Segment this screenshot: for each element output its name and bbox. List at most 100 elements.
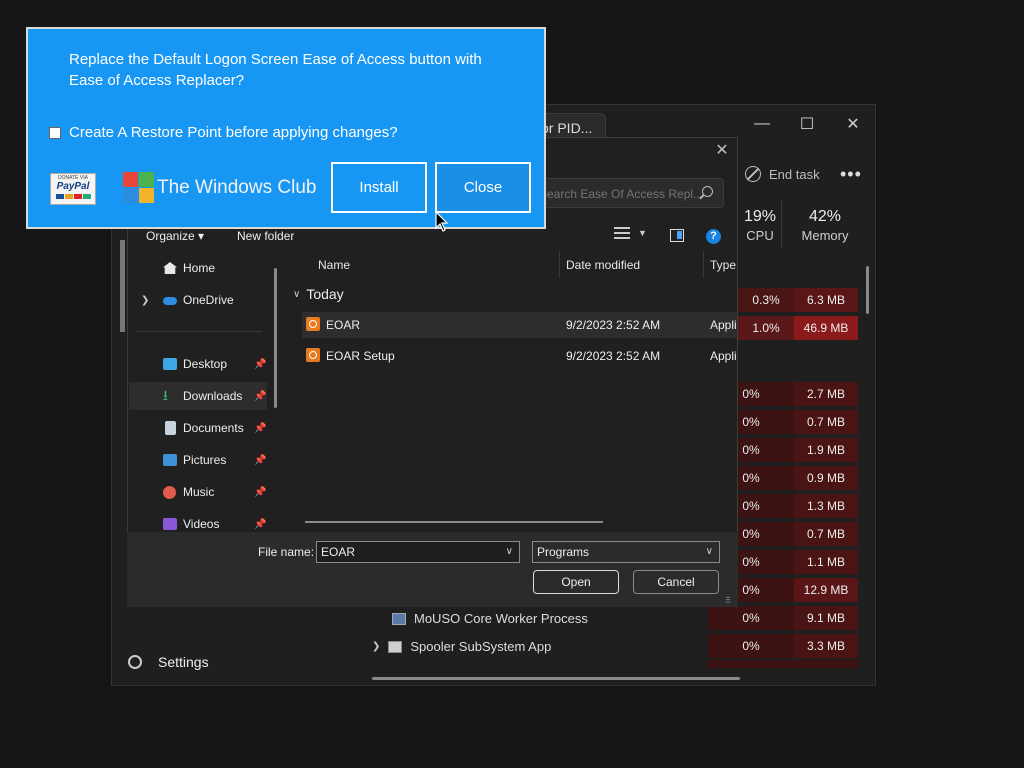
process-name: MoUSO Core Worker Process — [414, 611, 588, 626]
file-list-scrollbar[interactable] — [305, 521, 603, 523]
nav-scrollbar[interactable] — [274, 268, 277, 408]
help-icon[interactable]: ? — [706, 229, 721, 244]
chevron-down-icon: ∨ — [293, 288, 301, 300]
pin-icon[interactable]: 📌 — [254, 519, 266, 530]
cpu-cell: 0% — [708, 606, 794, 630]
file-name-value: EOAR — [321, 545, 356, 559]
pin-icon[interactable]: 📌 — [254, 487, 266, 498]
close-button[interactable]: Close — [435, 162, 531, 213]
search-box[interactable] — [530, 178, 724, 209]
file-date: 9/2/2023 2:52 AM — [566, 349, 661, 363]
nav-item-downloads[interactable]: ⭳ Downloads 📌 — [129, 382, 267, 410]
file-row-eoar[interactable]: EOAR 9/2/2023 2:52 AM Appli — [302, 312, 737, 338]
horizontal-scrollbar[interactable] — [372, 677, 740, 680]
pin-icon[interactable]: 📌 — [254, 391, 266, 402]
chevron-down-icon[interactable]: ∨ — [706, 542, 713, 562]
nav-item-onedrive[interactable]: ❯ OneDrive — [129, 286, 267, 314]
search-icon[interactable] — [702, 186, 713, 197]
restore-point-checkbox[interactable]: Create A Restore Point before applying c… — [49, 124, 398, 141]
list-view-icon — [614, 227, 630, 239]
memory-column-header[interactable]: 42% Memory — [797, 208, 853, 243]
cpu-column-header[interactable]: 19% CPU — [742, 208, 778, 243]
nav-label: OneDrive — [183, 293, 234, 307]
memory-cell: 3.3 MB — [794, 634, 858, 658]
file-type: Appli — [710, 349, 737, 363]
close-icon[interactable]: ✕ — [838, 111, 868, 137]
memory-cell: 6.3 MB — [794, 288, 858, 312]
file-type-value: Programs — [537, 545, 590, 559]
vertical-scrollbar[interactable] — [866, 266, 869, 314]
file-type-select[interactable]: Programs ∨ — [532, 541, 720, 563]
column-date-modified[interactable]: Date modified — [566, 258, 640, 272]
nav-item-home[interactable]: Home — [129, 254, 267, 282]
column-type[interactable]: Type — [710, 258, 736, 272]
nav-item-pictures[interactable]: Pictures 📌 — [129, 446, 267, 474]
group-header-today[interactable]: ∨ Today — [293, 286, 344, 302]
download-icon: ⭳ — [163, 387, 168, 403]
paypal-donate-button[interactable]: DONATE VIA PayPal — [50, 173, 96, 205]
cpu-cell: 1.0% — [738, 316, 794, 340]
cpu-cell: 0.3% — [738, 288, 794, 312]
file-name-combobox[interactable]: EOAR ∨ — [316, 541, 520, 563]
pin-icon[interactable]: 📌 — [254, 455, 266, 466]
end-task-icon — [745, 166, 761, 182]
column-name[interactable]: Name — [318, 258, 350, 272]
paypal-logo: PayPal — [56, 181, 90, 192]
settings-nav-item[interactable]: Settings — [128, 654, 209, 670]
column-divider — [781, 200, 782, 248]
nav-item-desktop[interactable]: Desktop 📌 — [129, 350, 267, 378]
end-task-button[interactable]: End task — [745, 166, 820, 182]
open-button[interactable]: Open — [533, 570, 619, 594]
column-divider[interactable] — [703, 252, 704, 278]
nav-item-documents[interactable]: Documents 📌 — [129, 414, 267, 442]
application-icon — [306, 317, 320, 331]
nav-label: Music — [183, 485, 215, 499]
navigation-pane: Home ❯ OneDrive Desktop 📌 ⭳ Downloads 📌 … — [129, 252, 285, 532]
dialog-close-icon[interactable]: ✕ — [712, 141, 732, 161]
file-date: 9/2/2023 2:52 AM — [566, 318, 661, 332]
process-row-spooler[interactable]: ❯ Spooler SubSystem App — [372, 639, 551, 654]
new-folder-button[interactable]: New folder — [237, 229, 294, 243]
nav-label: Downloads — [183, 389, 243, 403]
popup-message: Replace the Default Logon Screen Ease of… — [69, 51, 482, 89]
resize-grip-icon[interactable]: ⠿ — [725, 596, 731, 605]
view-options-button[interactable]: ▼ — [614, 227, 647, 239]
organize-button[interactable]: Organize ▾ — [146, 229, 204, 243]
chevron-right-icon[interactable]: ❯ — [372, 641, 380, 652]
memory-cell: 0.7 MB — [794, 410, 858, 434]
process-row-mouso[interactable]: MoUSO Core Worker Process — [392, 611, 588, 626]
windows-club-logo[interactable] — [123, 172, 155, 204]
file-row-eoar-setup[interactable]: EOAR Setup 9/2/2023 2:52 AM Appli — [302, 343, 737, 369]
checkbox-label: Create A Restore Point before applying c… — [69, 124, 398, 141]
search-input[interactable] — [531, 179, 701, 209]
nav-item-music[interactable]: Music 📌 — [129, 478, 267, 506]
maximize-icon[interactable]: ☐ — [792, 111, 822, 137]
card-logos — [51, 194, 95, 199]
file-type: Appli — [710, 318, 737, 332]
video-icon — [163, 518, 177, 530]
settings-label: Settings — [158, 654, 209, 670]
column-divider[interactable] — [559, 252, 560, 278]
checkbox[interactable] — [49, 126, 61, 139]
chevron-down-icon[interactable]: ∨ — [506, 542, 513, 562]
application-icon — [306, 348, 320, 362]
pin-icon[interactable]: 📌 — [254, 359, 266, 370]
window-edge — [120, 240, 125, 332]
chevron-right-icon[interactable]: ❯ — [141, 295, 149, 306]
document-icon — [165, 421, 176, 435]
pin-icon[interactable]: 📌 — [254, 423, 266, 434]
cloud-icon — [163, 297, 177, 305]
memory-cell: 1.3 MB — [794, 494, 858, 518]
nav-label: Home — [183, 261, 216, 275]
file-name: EOAR — [326, 318, 361, 332]
install-button[interactable]: Install — [331, 162, 427, 213]
preview-pane-icon[interactable] — [670, 229, 684, 242]
chevron-down-icon: ▼ — [638, 228, 647, 238]
nav-label: Documents — [183, 421, 244, 435]
cpu-total: 19% — [743, 208, 777, 225]
more-options-button[interactable]: ••• — [840, 164, 862, 185]
nav-divider — [136, 331, 262, 332]
minimize-icon[interactable]: — — [747, 111, 777, 137]
brand-name[interactable]: The Windows Club — [157, 177, 316, 199]
cancel-button[interactable]: Cancel — [633, 570, 719, 594]
